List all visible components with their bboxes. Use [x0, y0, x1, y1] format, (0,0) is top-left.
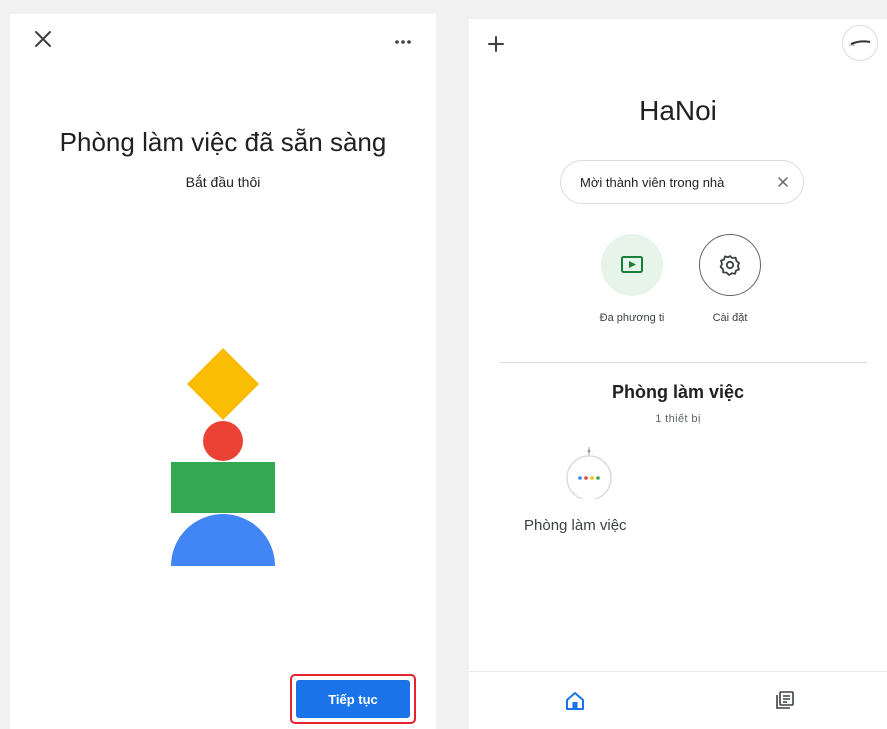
settings-action-button[interactable]: [699, 234, 761, 296]
nav-feed-tab[interactable]: [774, 689, 796, 711]
close-button[interactable]: [32, 28, 54, 50]
invite-member-chip[interactable]: Mời thành viên trong nhà: [560, 160, 804, 204]
illustration-circle: [203, 421, 243, 461]
close-icon: [35, 31, 51, 47]
media-play-icon: [621, 256, 643, 273]
avatar[interactable]: [842, 25, 878, 61]
page-subtitle: Bắt đầu thôi: [185, 174, 261, 190]
room-device-count: 1 thiết bị: [655, 413, 701, 425]
media-action-button[interactable]: [601, 234, 663, 296]
device-label: Phòng làm việc: [524, 517, 627, 534]
home-name: HaNoi: [639, 95, 717, 126]
illustration-dome: [171, 514, 275, 566]
plus-icon: [488, 36, 504, 52]
device-speaker-graphic: [564, 447, 614, 501]
room-title: Phòng làm việc: [611, 382, 745, 402]
continue-button[interactable]: Tiếp tục: [296, 680, 410, 718]
media-action-label: Đa phương ti: [599, 312, 665, 324]
bottom-navigation: [469, 671, 887, 729]
device-tile[interactable]: Phòng làm việc: [524, 447, 654, 547]
illustration-diamond: [187, 348, 259, 420]
setup-complete-screen: Phòng làm việc đã sẵn sàng Bắt đầu thôi …: [10, 14, 436, 729]
smart-speaker-icon: [566, 447, 612, 501]
add-button[interactable]: [485, 33, 507, 55]
more-options-button[interactable]: [392, 34, 414, 44]
settings-action[interactable]: Cài đặt: [695, 234, 765, 324]
illustration-rectangle: [171, 462, 275, 513]
settings-action-label: Cài đặt: [712, 312, 748, 324]
shapes-illustration: [160, 342, 300, 572]
nav-home-tab[interactable]: [564, 690, 586, 712]
page-title: Phòng làm việc đã sẵn sàng: [59, 127, 387, 157]
section-divider: [499, 362, 867, 363]
invite-chip-label: Mời thành viên trong nhà: [580, 174, 725, 190]
home-screen: HaNoi Mời thành viên trong nhà Đa phương…: [469, 19, 887, 729]
gear-icon: [719, 255, 740, 276]
close-icon: [778, 177, 788, 187]
account-icon: [849, 40, 871, 46]
feed-icon: [776, 691, 794, 709]
dismiss-chip-button[interactable]: [775, 174, 791, 190]
media-action[interactable]: Đa phương ti: [597, 234, 667, 324]
more-horiz-icon: [395, 40, 411, 44]
home-icon: [566, 692, 584, 710]
continue-button-highlight: Tiếp tục: [290, 674, 416, 724]
